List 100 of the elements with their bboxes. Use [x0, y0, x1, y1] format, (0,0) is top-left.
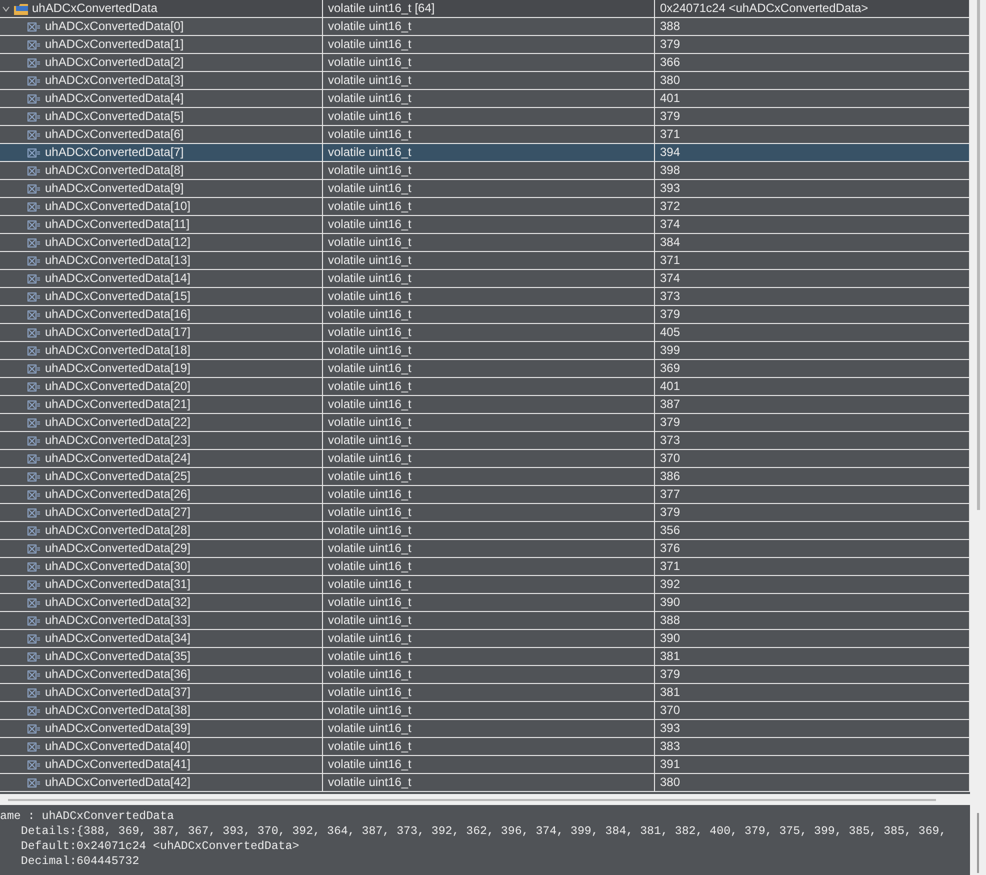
table-row[interactable]: uhADCxConvertedData[35] volatile uint16_t 381	[0, 648, 970, 666]
table-row[interactable]: uhADCxConvertedData[36] volatile uint16_t 379	[0, 666, 970, 684]
variable-icon	[27, 778, 41, 788]
table-row[interactable]: uhADCxConvertedData[23] volatile uint16_t 373	[0, 432, 970, 450]
variable-type: volatile uint16_t	[323, 486, 655, 503]
table-row[interactable]: uhADCxConvertedData[5] volatile uint16_t 379	[0, 108, 970, 126]
table-row[interactable]: uhADCxConvertedData[42] volatile uint16_t 380	[0, 774, 970, 792]
variable-name: uhADCxConvertedData[24]	[45, 450, 190, 467]
table-row[interactable]: uhADCxConvertedData[8] volatile uint16_t 398	[0, 162, 970, 180]
variable-icon	[27, 598, 41, 608]
variable-icon	[27, 508, 41, 518]
table-row[interactable]: uhADCxConvertedData[10] volatile uint16_t 372	[0, 198, 970, 216]
variable-name: uhADCxConvertedData[23]	[45, 432, 190, 449]
variable-name: uhADCxConvertedData[42]	[45, 774, 190, 791]
variable-name: uhADCxConvertedData[16]	[45, 306, 190, 323]
table-row[interactable]: uhADCxConvertedData[7] volatile uint16_t 394	[0, 144, 970, 162]
table-row[interactable]: uhADCxConvertedData[3] volatile uint16_t 380	[0, 72, 970, 90]
variable-type: volatile uint16_t	[323, 324, 655, 341]
table-row[interactable]: uhADCxConvertedData[13] volatile uint16_t 371	[0, 252, 970, 270]
table-row[interactable]: uhADCxConvertedData[9] volatile uint16_t 393	[0, 180, 970, 198]
variable-name: uhADCxConvertedData[33]	[45, 612, 190, 629]
variable-icon	[27, 454, 41, 464]
variable-type: volatile uint16_t	[323, 522, 655, 539]
variable-name: uhADCxConvertedData[19]	[45, 360, 190, 377]
variable-type: volatile uint16_t	[323, 666, 655, 683]
table-row[interactable]: uhADCxConvertedData[33] volatile uint16_t 388	[0, 612, 970, 630]
variable-name: uhADCxConvertedData[1]	[45, 36, 184, 53]
variable-icon	[27, 760, 41, 770]
table-row[interactable]: uhADCxConvertedData[19] volatile uint16_t 369	[0, 360, 970, 378]
variable-icon	[27, 328, 41, 338]
table-row[interactable]: uhADCxConvertedData[11] volatile uint16_t 374	[0, 216, 970, 234]
table-row[interactable]: uhADCxConvertedData[37] volatile uint16_t 381	[0, 684, 970, 702]
table-row[interactable]: uhADCxConvertedData[40] volatile uint16_t 383	[0, 738, 970, 756]
table-row[interactable]: uhADCxConvertedData[2] volatile uint16_t 366	[0, 54, 970, 72]
variable-type: volatile uint16_t	[323, 414, 655, 431]
variable-name: uhADCxConvertedData[12]	[45, 234, 190, 251]
table-row[interactable]: uhADCxConvertedData[27] volatile uint16_t 379	[0, 504, 970, 522]
details-line: Decimal:604445732	[20, 854, 140, 869]
table-row[interactable]: uhADCxConvertedData[29] volatile uint16_t 376	[0, 540, 970, 558]
variable-icon	[27, 256, 41, 266]
table-row[interactable]: uhADCxConvertedData[21] volatile uint16_t 387	[0, 396, 970, 414]
variable-icon	[27, 652, 41, 662]
table-row[interactable]: uhADCxConvertedData[38] volatile uint16_t 370	[0, 702, 970, 720]
table-row[interactable]: uhADCxConvertedData[28] volatile uint16_t 356	[0, 522, 970, 540]
variable-name: uhADCxConvertedData[31]	[45, 576, 190, 593]
details-line: ame : uhADCxConvertedData	[0, 809, 175, 824]
scrollbar-thumb[interactable]	[977, 813, 979, 873]
scrollbar-thumb[interactable]	[8, 798, 936, 800]
variable-name: uhADCxConvertedData[4]	[45, 90, 184, 107]
table-row[interactable]: uhADCxConvertedData[12] volatile uint16_t 384	[0, 234, 970, 252]
table-row[interactable]: uhADCxConvertedData[24] volatile uint16_t 370	[0, 450, 970, 468]
table-row[interactable]: uhADCxConvertedData[18] volatile uint16_t 399	[0, 342, 970, 360]
variable-icon	[27, 346, 41, 356]
variable-type: volatile uint16_t	[323, 36, 655, 53]
table-row[interactable]: uhADCxConvertedData[0] volatile uint16_t 388	[0, 18, 970, 36]
variable-icon	[27, 400, 41, 410]
variable-name: uhADCxConvertedData[3]	[45, 72, 184, 89]
table-row[interactable]: uhADCxConvertedData[31] volatile uint16_t 392	[0, 576, 970, 594]
variable-icon	[27, 742, 41, 752]
chevron-down-icon[interactable]	[2, 4, 10, 12]
variable-type: volatile uint16_t	[323, 720, 655, 737]
variable-icon	[27, 418, 41, 428]
variable-name: uhADCxConvertedData[17]	[45, 324, 190, 341]
variable-type: volatile uint16_t	[323, 54, 655, 71]
table-row[interactable]: uhADCxConvertedData[32] volatile uint16_t 390	[0, 594, 970, 612]
scrollbar-thumb[interactable]	[976, 0, 980, 510]
table-row[interactable]: uhADCxConvertedData[39] volatile uint16_t 393	[0, 720, 970, 738]
table-row[interactable]: uhADCxConvertedData[14] volatile uint16_t 374	[0, 270, 970, 288]
variable-type: volatile uint16_t	[323, 216, 655, 233]
table-row[interactable]: uhADCxConvertedData[17] volatile uint16_t 405	[0, 324, 970, 342]
variable-type: volatile uint16_t	[323, 774, 655, 791]
variable-type: volatile uint16_t	[323, 180, 655, 197]
variable-type: volatile uint16_t	[323, 450, 655, 467]
variable-name: uhADCxConvertedData[21]	[45, 396, 190, 413]
variable-icon	[27, 688, 41, 698]
variable-type: volatile uint16_t	[323, 756, 655, 773]
table-row[interactable]: uhADCxConvertedData[22] volatile uint16_t 379	[0, 414, 970, 432]
variable-name: uhADCxConvertedData[11]	[45, 216, 190, 233]
table-row[interactable]: uhADCxConvertedData[25] volatile uint16_t 386	[0, 468, 970, 486]
variable-type: volatile uint16_t	[323, 144, 655, 161]
table-row[interactable]: uhADCxConvertedData[30] volatile uint16_t 371	[0, 558, 970, 576]
table-row[interactable]: uhADCxConvertedData[16] volatile uint16_t 379	[0, 306, 970, 324]
table-row[interactable]: uhADCxConvertedData[20] volatile uint16_t 401	[0, 378, 970, 396]
variable-type: volatile uint16_t [64]	[323, 0, 655, 17]
variable-icon	[27, 562, 41, 572]
table-row[interactable]: uhADCxConvertedData[6] volatile uint16_t 371	[0, 126, 970, 144]
table-row[interactable]: uhADCxConvertedData[34] volatile uint16_t 390	[0, 630, 970, 648]
table-row[interactable]: uhADCxConvertedData[1] volatile uint16_t 379	[0, 36, 970, 54]
variable-icon	[27, 274, 41, 284]
table-row[interactable]: uhADCxConvertedData[26] volatile uint16_t 377	[0, 486, 970, 504]
variable-icon	[27, 148, 41, 158]
variable-icon	[27, 670, 41, 680]
variable-type: volatile uint16_t	[323, 378, 655, 395]
variable-type: volatile uint16_t	[323, 558, 655, 575]
variable-name[interactable]: uhADCxConvertedData	[32, 0, 158, 17]
variable-icon	[27, 166, 41, 176]
table-row[interactable]: uhADCxConvertedData[41] volatile uint16_t 391	[0, 756, 970, 774]
variable-icon	[27, 526, 41, 536]
table-row[interactable]: uhADCxConvertedData[15] volatile uint16_t 373	[0, 288, 970, 306]
table-row[interactable]: uhADCxConvertedData[4] volatile uint16_t 401	[0, 90, 970, 108]
